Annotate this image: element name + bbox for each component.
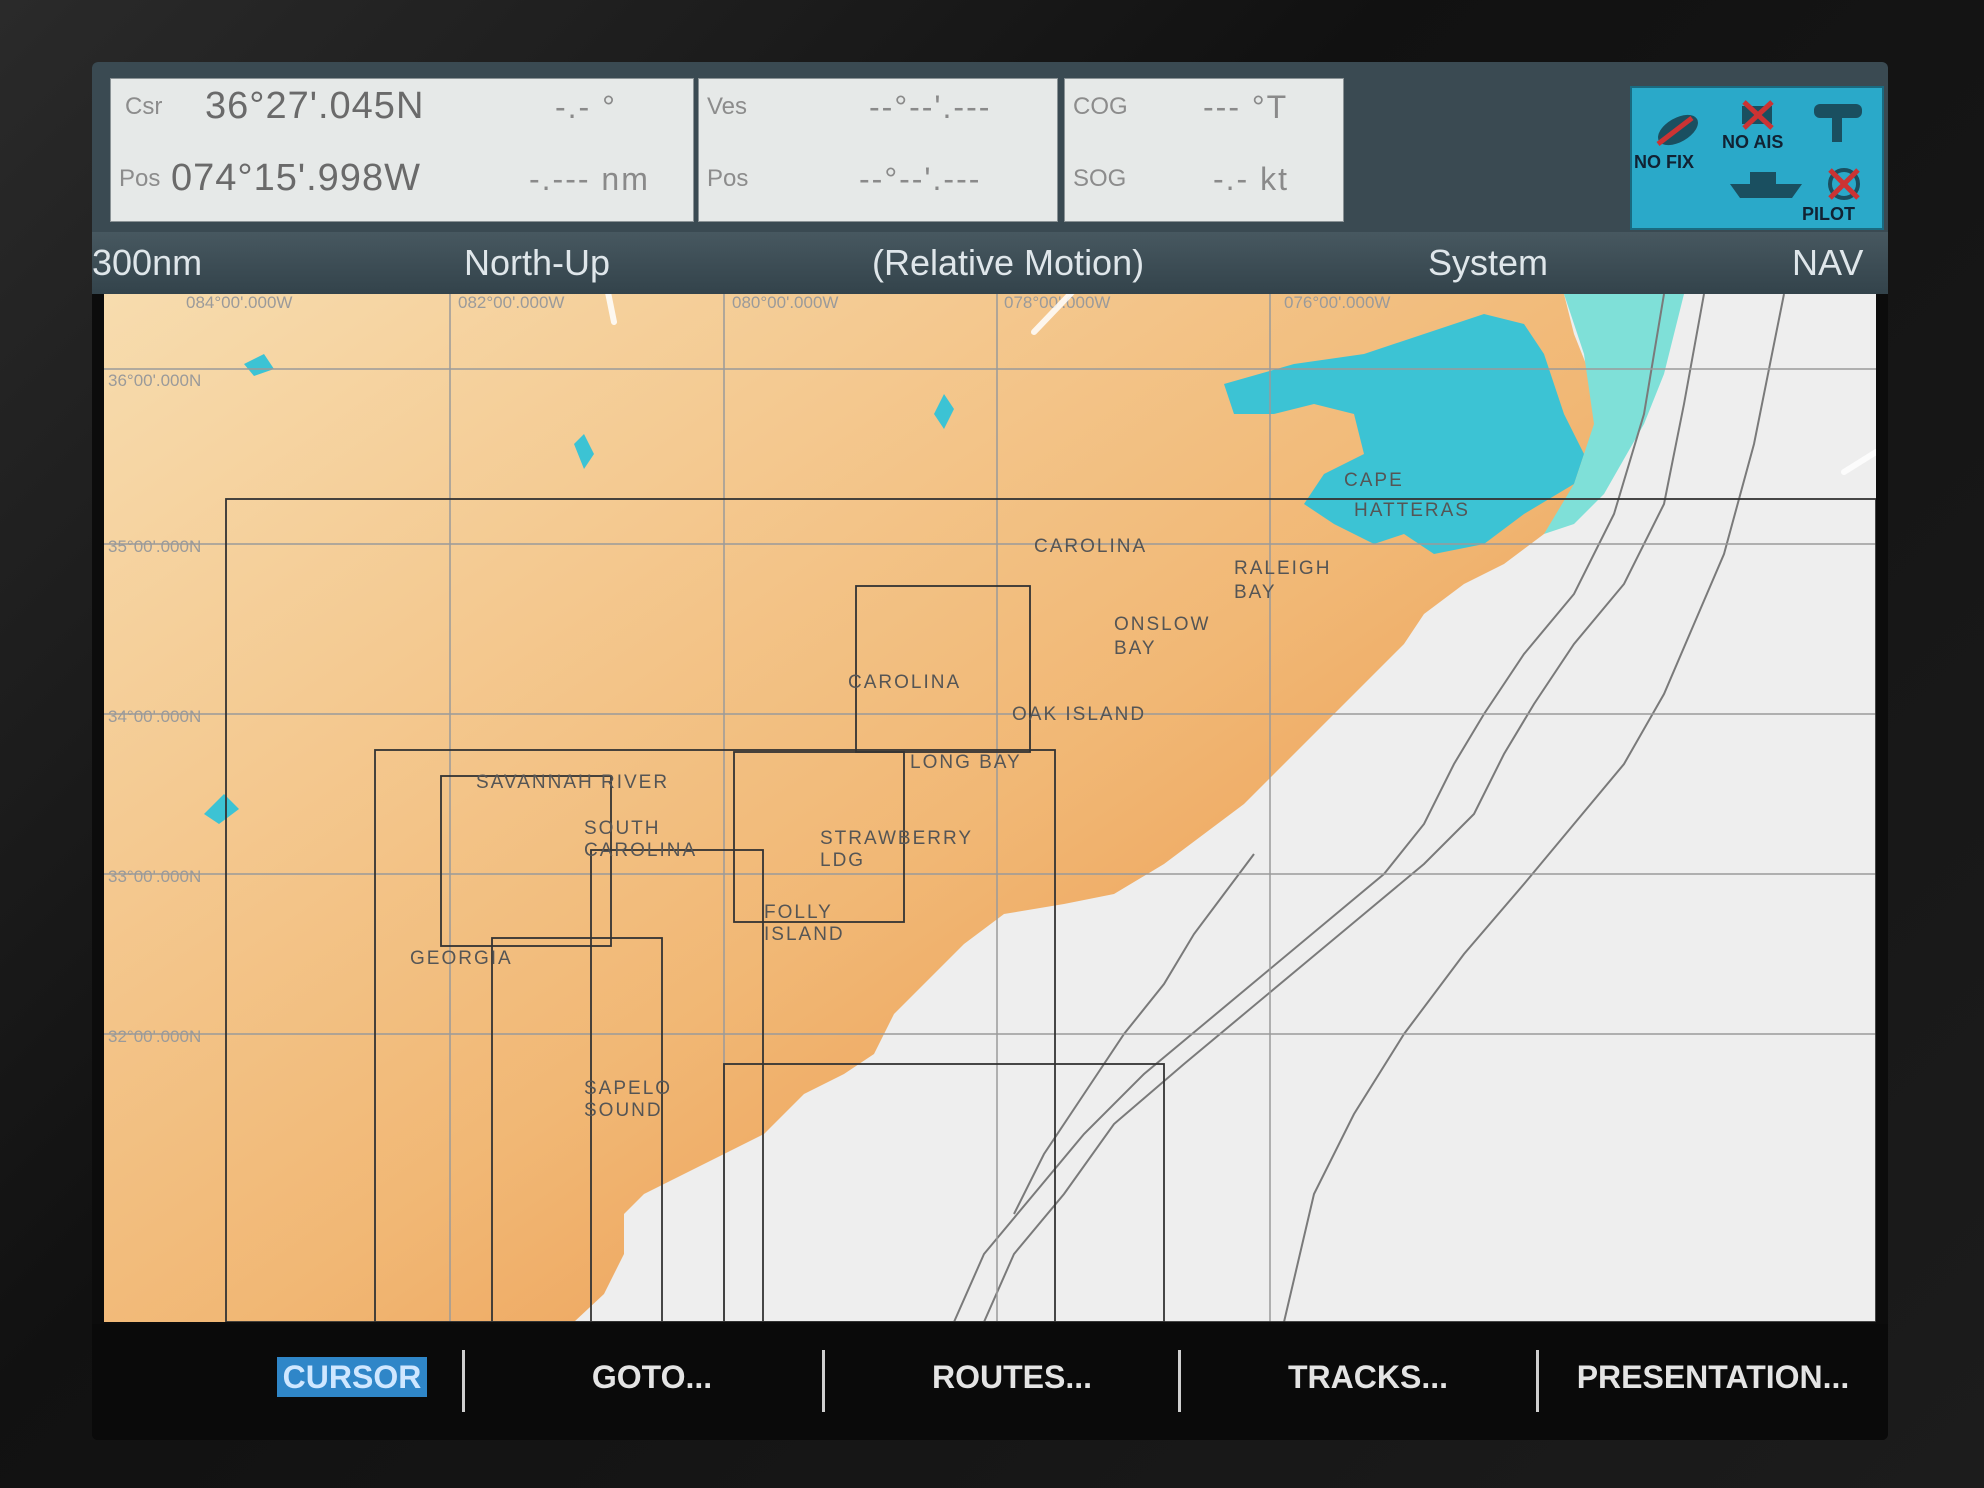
- ldg-label: LDG: [820, 850, 865, 871]
- lat-33-label: 33°00'.000N: [108, 867, 201, 886]
- autopilot-icon: [1828, 168, 1860, 200]
- goto-softkey-label: GOTO...: [591, 1359, 713, 1395]
- nav-label[interactable]: NAV: [1792, 242, 1863, 284]
- vessel-longitude: --°--'.---: [859, 161, 982, 197]
- island-label: ISLAND: [764, 924, 845, 945]
- softkey-divider: [462, 1350, 465, 1412]
- carolina-south-label: CAROLINA: [584, 840, 697, 861]
- onslow-label: ONSLOW: [1114, 614, 1210, 635]
- chartplotter-screen: Csr 36°27'.045N -.- ° Pos 074°15'.998W -…: [92, 62, 1888, 1440]
- georgia-label: GEORGIA: [410, 948, 513, 969]
- carolina-chart-label: CAROLINA: [848, 672, 961, 693]
- cog-sog-box[interactable]: COG --- °T SOG -.- kt: [1064, 78, 1344, 222]
- softkey-bar: CURSOR GOTO... ROUTES... TRACKS... PRESE…: [92, 1324, 1888, 1440]
- tracks-softkey[interactable]: TRACKS...: [1198, 1344, 1538, 1410]
- raleigh-bay-label: BAY: [1234, 582, 1277, 603]
- presentation-softkey-label: PRESENTATION...: [1576, 1359, 1850, 1395]
- routes-softkey[interactable]: ROUTES...: [842, 1344, 1182, 1410]
- routes-softkey-label: ROUTES...: [931, 1359, 1092, 1395]
- tracks-softkey-label: TRACKS...: [1288, 1359, 1448, 1395]
- pilot-label: PILOT: [1802, 204, 1855, 224]
- savannah-river-label: SAVANNAH RIVER: [476, 772, 669, 793]
- cursor-latitude: 36°27'.045N: [205, 85, 425, 127]
- range-label[interactable]: 300nm: [92, 242, 202, 284]
- cursor-longitude: 074°15'.998W: [171, 157, 421, 199]
- cursor-softkey-label: CURSOR: [276, 1357, 428, 1397]
- radar-icon: [1814, 104, 1862, 142]
- cursor-softkey[interactable]: CURSOR: [262, 1344, 442, 1410]
- cursor-position-box[interactable]: Csr 36°27'.045N -.- ° Pos 074°15'.998W -…: [110, 78, 694, 222]
- no-ais-label: NO AIS: [1722, 132, 1784, 152]
- oak-island-label: OAK ISLAND: [1012, 704, 1146, 725]
- data-header: Csr 36°27'.045N -.- ° Pos 074°15'.998W -…: [92, 62, 1888, 232]
- sound-label: SOUND: [584, 1100, 663, 1121]
- lat-35-label: 35°00'.000N: [108, 537, 201, 556]
- ves-label: Ves: [707, 93, 748, 120]
- lat-36-label: 36°00'.000N: [108, 371, 201, 390]
- no-fix-label: NO FIX: [1634, 152, 1695, 172]
- lat-32-label: 32°00'.000N: [108, 1027, 201, 1046]
- raleigh-label: RALEIGH: [1234, 558, 1331, 579]
- sog-value: -.- kt: [1213, 161, 1289, 197]
- softkey-divider: [1536, 1350, 1539, 1412]
- ais-icon: [1742, 100, 1774, 130]
- csr-label: Csr: [125, 93, 163, 120]
- vessel-latitude: --°--'.---: [869, 89, 992, 125]
- south-label: SOUTH: [584, 818, 661, 839]
- lon-076-label: 076°00'.000W: [1284, 294, 1390, 312]
- vessel-position-box[interactable]: Ves --°--'.--- Pos --°--'.---: [698, 78, 1058, 222]
- cog-value: --- °T: [1203, 89, 1289, 125]
- cape-label: CAPE: [1344, 470, 1404, 491]
- strawberry-label: STRAWBERRY: [820, 828, 973, 849]
- boat-icon: [1730, 172, 1802, 198]
- vessel-pos-label: Pos: [707, 165, 749, 192]
- chart-canvas[interactable]: 084°00'.000W 082°00'.000W 080°00'.000W 0…: [104, 294, 1876, 1322]
- softkey-divider: [822, 1350, 825, 1412]
- sapelo-label: SAPELO: [584, 1078, 672, 1099]
- pos-label: Pos: [119, 165, 161, 192]
- nautical-chart[interactable]: 084°00'.000W 082°00'.000W 080°00'.000W 0…: [104, 294, 1876, 1322]
- goto-softkey[interactable]: GOTO...: [482, 1344, 822, 1410]
- carolina-north-label: CAROLINA: [1034, 536, 1147, 557]
- cursor-bearing: -.- °: [555, 89, 617, 125]
- lat-34-label: 34°00'.000N: [108, 707, 201, 726]
- lon-082-label: 082°00'.000W: [458, 294, 564, 312]
- long-bay-label: LONG BAY: [910, 752, 1022, 773]
- chart-status-bar: 300nm North-Up (Relative Motion) System …: [92, 232, 1888, 294]
- cursor-range: -.--- nm: [529, 161, 650, 197]
- softkey-divider: [1178, 1350, 1181, 1412]
- lon-080-label: 080°00'.000W: [732, 294, 838, 312]
- sog-label: SOG: [1073, 165, 1127, 192]
- motion-mode-label[interactable]: (Relative Motion): [872, 242, 1144, 284]
- orientation-label[interactable]: North-Up: [464, 242, 610, 284]
- hatteras-label: HATTERAS: [1354, 500, 1470, 521]
- cog-label: COG: [1073, 93, 1128, 120]
- lon-084-label: 084°00'.000W: [186, 294, 292, 312]
- gps-antenna-icon: [1656, 114, 1698, 146]
- presentation-softkey[interactable]: PRESENTATION...: [1548, 1344, 1878, 1410]
- folly-label: FOLLY: [764, 902, 833, 923]
- system-label[interactable]: System: [1428, 242, 1548, 284]
- status-icons-panel[interactable]: NO FIX NO AIS PILOT: [1630, 86, 1884, 230]
- onslow-bay-label: BAY: [1114, 638, 1157, 659]
